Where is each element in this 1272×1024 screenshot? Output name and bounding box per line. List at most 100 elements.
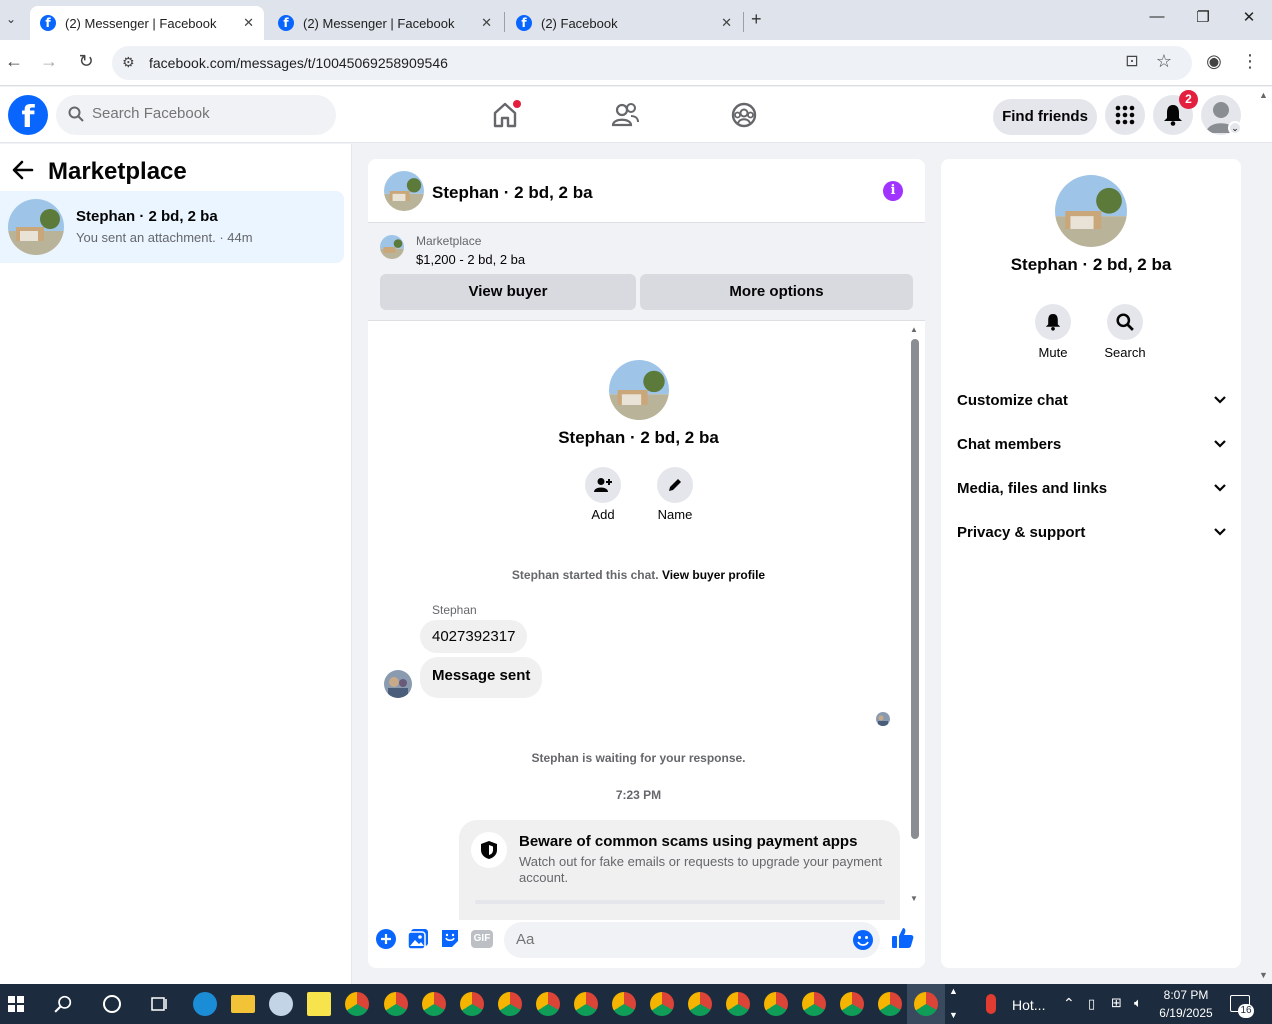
photo-icon[interactable] [407, 928, 429, 950]
cortana-icon[interactable] [103, 995, 121, 1013]
file-explorer-icon[interactable] [231, 995, 255, 1013]
message-input-box[interactable] [504, 922, 880, 958]
tray-chevron-up-icon[interactable]: ⌃ [1063, 995, 1075, 1012]
listing-price[interactable]: $1,200 - 2 bd, 2 ba [416, 252, 525, 267]
clock-time[interactable]: 8:07 PM [1158, 988, 1214, 1002]
chat-members-section[interactable]: Chat members [957, 436, 1227, 453]
groups-icon[interactable] [728, 99, 760, 131]
tab-messenger-2[interactable]: f (2) Messenger | Facebook ✕ [268, 6, 502, 40]
info-icon[interactable]: i [883, 181, 903, 201]
edge-browser-icon[interactable] [193, 992, 217, 1016]
page-scroll-up-icon[interactable]: ▲ [1259, 90, 1268, 100]
minimize-icon[interactable]: — [1134, 8, 1180, 25]
site-info-icon[interactable]: ⚙ [122, 54, 135, 71]
address-bar[interactable]: ⚙ facebook.com/messages/t/10045069258909… [112, 46, 1192, 80]
scroll-down-arrow-icon[interactable]: ▼ [910, 894, 918, 903]
message-bubble[interactable]: 4027392317 [420, 620, 528, 653]
add-person-icon[interactable] [585, 467, 621, 503]
paint-app-icon[interactable] [269, 992, 293, 1016]
chrome-icon[interactable] [384, 992, 408, 1016]
tab-close-icon[interactable]: ✕ [721, 15, 732, 31]
new-tab-icon[interactable]: + [751, 9, 762, 30]
chrome-icon[interactable] [840, 992, 864, 1016]
task-view-icon[interactable] [150, 996, 168, 1017]
account-chevron-down-icon[interactable]: ⌄ [1228, 121, 1242, 135]
tab-close-icon[interactable]: ✕ [481, 15, 492, 31]
chrome-icon[interactable] [688, 992, 712, 1016]
sender-avatar[interactable] [384, 670, 412, 698]
customize-chat-section[interactable]: Customize chat [957, 392, 1227, 409]
gif-icon[interactable]: GIF [471, 930, 493, 948]
tab-facebook[interactable]: f (2) Facebook ✕ [506, 6, 742, 40]
chrome-icon-active[interactable] [914, 992, 938, 1016]
media-files-links-section[interactable]: Media, files and links [957, 480, 1227, 497]
back-arrow-icon[interactable] [12, 160, 34, 186]
chrome-icon[interactable] [878, 992, 902, 1016]
house-avatar[interactable] [384, 171, 424, 211]
chrome-icon[interactable] [726, 992, 750, 1016]
profile-icon[interactable]: ◉ [1202, 51, 1226, 72]
scroll-up-arrow-icon[interactable]: ▲ [910, 325, 918, 334]
more-options-button[interactable]: More options [640, 274, 913, 310]
weather-thermometer-icon[interactable] [986, 994, 996, 1014]
profile-avatar[interactable] [609, 360, 669, 420]
taskbar-scroll-up-icon[interactable]: ▲ [949, 986, 958, 996]
chrome-icon[interactable] [536, 992, 560, 1016]
edit-pencil-icon[interactable] [657, 467, 693, 503]
scam-warning-card[interactable]: Beware of common scams using payment app… [459, 820, 900, 920]
sticker-icon[interactable] [439, 928, 461, 950]
install-app-icon[interactable]: ⊡ [1120, 51, 1144, 71]
bookmark-star-icon[interactable]: ☆ [1152, 51, 1176, 72]
page-scroll-down-icon[interactable]: ▼ [1259, 970, 1268, 980]
card-footer-divider [475, 900, 885, 904]
plus-circle-icon[interactable] [375, 928, 397, 950]
profile-avatar[interactable] [1055, 175, 1127, 247]
tray-device-icon[interactable]: ▯ [1088, 996, 1095, 1012]
chrome-icon[interactable] [764, 992, 788, 1016]
chrome-icon[interactable] [460, 992, 484, 1016]
chrome-icon[interactable] [650, 992, 674, 1016]
sticky-notes-icon[interactable] [307, 992, 331, 1016]
mute-bell-icon[interactable] [1035, 304, 1071, 340]
message-bubble[interactable]: Message sent [420, 657, 543, 698]
back-arrow-icon[interactable]: ← [2, 51, 26, 72]
taskbar-scroll-down-icon[interactable]: ▼ [949, 1010, 958, 1020]
search-icon[interactable] [1107, 304, 1143, 340]
windows-start-icon[interactable] [8, 996, 24, 1017]
reload-icon[interactable]: ↻ [74, 51, 98, 72]
window-close-icon[interactable]: ✕ [1226, 8, 1272, 26]
thread-scrollbar[interactable] [911, 339, 919, 839]
menu-grid-icon[interactable] [1105, 95, 1145, 135]
tab-search-icon[interactable]: ⌄ [6, 12, 16, 26]
find-friends-button[interactable]: Find friends [993, 99, 1097, 135]
weather-text[interactable]: Hot... [1012, 997, 1045, 1013]
clock-date[interactable]: 6/19/2025 [1158, 1006, 1214, 1020]
chrome-icon[interactable] [574, 992, 598, 1016]
chat-title[interactable]: Stephan · 2 bd, 2 ba [432, 183, 593, 203]
taskbar-search-icon[interactable] [54, 995, 72, 1018]
search-input[interactable] [92, 105, 322, 122]
volume-icon[interactable]: 🔈︎ [1134, 995, 1142, 1011]
network-icon[interactable]: ⊞ [1111, 995, 1122, 1011]
emoji-icon[interactable] [852, 929, 874, 956]
chrome-icon[interactable] [498, 992, 522, 1016]
view-buyer-profile-link[interactable]: View buyer profile [662, 568, 765, 582]
facebook-logo[interactable]: f [8, 95, 48, 135]
chrome-icon[interactable] [422, 992, 446, 1016]
chrome-icon[interactable] [345, 992, 369, 1016]
message-input[interactable] [516, 931, 836, 948]
conversation-item[interactable]: Stephan · 2 bd, 2 ba You sent an attachm… [0, 191, 344, 263]
privacy-support-section[interactable]: Privacy & support [957, 524, 1227, 541]
tab-messenger-1[interactable]: f (2) Messenger | Facebook ✕ [30, 6, 264, 40]
browser-menu-icon[interactable]: ⋮ [1238, 51, 1262, 72]
timestamp: 7:23 PM [615, 788, 662, 802]
tab-close-icon[interactable]: ✕ [243, 15, 254, 31]
forward-arrow-icon[interactable]: → [37, 51, 61, 72]
like-thumb-icon[interactable] [891, 926, 915, 950]
chrome-icon[interactable] [612, 992, 636, 1016]
facebook-search[interactable] [56, 95, 336, 135]
view-buyer-button[interactable]: View buyer [380, 274, 636, 310]
chrome-icon[interactable] [802, 992, 826, 1016]
maximize-icon[interactable]: ❐ [1180, 8, 1226, 26]
friends-icon[interactable] [609, 99, 641, 131]
